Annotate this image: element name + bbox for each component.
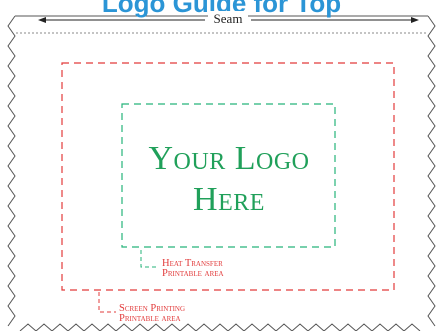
zigzag-bottom-edge	[19, 323, 421, 331]
screen-printing-sublabel: Printable area	[119, 313, 181, 324]
logo-placeholder-line-1: Your Logo	[148, 140, 310, 177]
seam-label: Seam	[208, 11, 248, 26]
zigzag-left-edge	[7, 15, 16, 327]
logo-placeholder-line-2: Here	[193, 181, 265, 218]
screen-printing-leader	[98, 292, 116, 313]
heat-transfer-sublabel: Printable area	[162, 268, 224, 279]
heat-transfer-leader	[140, 250, 159, 268]
zigzag-right-edge	[427, 15, 436, 327]
